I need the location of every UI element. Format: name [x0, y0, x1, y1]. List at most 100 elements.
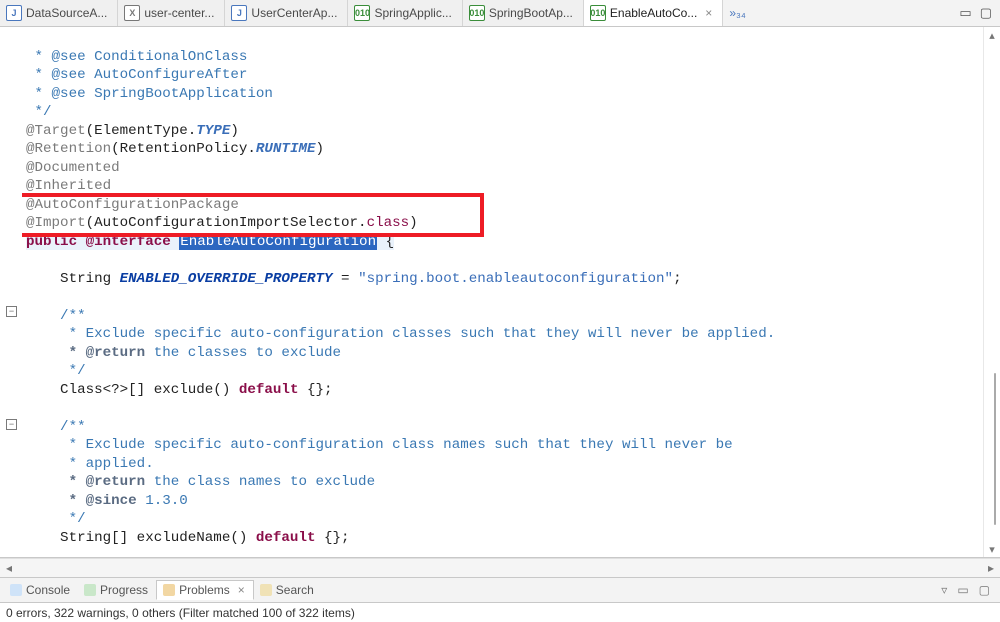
- scroll-left-button[interactable]: ◂: [0, 561, 18, 575]
- code-keyword: public: [26, 234, 77, 250]
- code-keyword: default: [256, 530, 316, 546]
- chevron-overflow-icon: »₃₄: [729, 6, 745, 20]
- code-text: String: [26, 271, 120, 287]
- selected-type-name: EnableAutoConfiguration: [179, 234, 377, 250]
- view-menu-button[interactable]: ▿: [941, 583, 947, 597]
- scrollbar-thumb[interactable]: [994, 373, 996, 525]
- code-annotation: @Import: [26, 215, 86, 231]
- bottom-panel: Console Progress Problems × Search ▿ ▭ ▢: [0, 577, 1000, 622]
- maximize-view-button[interactable]: ▢: [980, 5, 992, 21]
- view-tab-problems[interactable]: Problems ×: [156, 580, 254, 600]
- fold-toggle-icon[interactable]: −: [6, 419, 17, 430]
- close-icon[interactable]: ×: [234, 584, 245, 596]
- view-tab-label: Console: [26, 583, 70, 597]
- code-annotation: @AutoConfigurationPackage: [26, 197, 239, 213]
- code-comment: */: [26, 363, 86, 379]
- editor-gutter: − −: [0, 27, 22, 557]
- xml-file-icon: X: [124, 5, 140, 21]
- tab-overflow-button[interactable]: »₃₄: [723, 0, 751, 26]
- code-comment: the classes to exclude: [145, 345, 341, 361]
- code-comment: /**: [26, 308, 86, 324]
- code-text: Class<?>[] exclude(): [26, 382, 239, 398]
- code-doctag: * @since: [26, 493, 137, 509]
- code-annotation: @Inherited: [26, 178, 111, 194]
- code-keyword: @interface: [86, 234, 171, 250]
- maximize-view-button[interactable]: ▢: [979, 583, 990, 597]
- editor-tabbar: J DataSourceA... X user-center... J User…: [0, 0, 1000, 27]
- code-enum: RUNTIME: [256, 141, 316, 157]
- code-enum: TYPE: [196, 123, 230, 139]
- progress-icon: [84, 584, 96, 596]
- tab-label: UserCenterAp...: [251, 6, 337, 20]
- code-text: =: [333, 271, 359, 287]
- code-annotation: @Documented: [26, 160, 120, 176]
- scroll-up-button[interactable]: ▴: [984, 27, 1000, 43]
- bottom-tabbar: Console Progress Problems × Search ▿ ▭ ▢: [0, 578, 1000, 603]
- tab-datasource[interactable]: J DataSourceA...: [0, 0, 118, 26]
- code-text: ): [316, 141, 325, 157]
- code-comment: */: [26, 511, 86, 527]
- tab-user-center-xml[interactable]: X user-center...: [118, 0, 225, 26]
- class-file-icon: 010: [469, 5, 485, 21]
- view-tab-label: Problems: [179, 583, 230, 597]
- overview-ruler[interactable]: ▴ ▾: [983, 27, 1000, 557]
- tab-springapplic[interactable]: 010 SpringApplic...: [348, 0, 462, 26]
- tab-label: SpringBootAp...: [489, 6, 573, 20]
- tab-label: user-center...: [144, 6, 214, 20]
- code-text: ;: [673, 271, 682, 287]
- code-keyword: class: [367, 215, 410, 231]
- code-comment: * Exclude specific auto-configuration cl…: [26, 437, 733, 453]
- close-icon[interactable]: ×: [701, 7, 712, 19]
- tab-enableautoconfig[interactable]: 010 EnableAutoCo... ×: [584, 0, 723, 26]
- code-text: {: [377, 234, 394, 250]
- fold-toggle-icon[interactable]: −: [6, 306, 17, 317]
- code-constant: ENABLED_OVERRIDE_PROPERTY: [120, 271, 333, 287]
- tab-label: DataSourceA...: [26, 6, 107, 20]
- class-file-icon: 010: [590, 5, 606, 21]
- code-comment: 1.3.0: [137, 493, 188, 509]
- code-area[interactable]: * @see ConditionalOnClass * @see AutoCon…: [22, 27, 983, 557]
- code-comment: * @see AutoConfigureAfter: [26, 67, 247, 83]
- code-comment: * Exclude specific auto-configuration cl…: [26, 326, 775, 342]
- scroll-down-button[interactable]: ▾: [984, 541, 1000, 557]
- minimize-view-button[interactable]: ▭: [959, 5, 971, 21]
- status-text: 0 errors, 322 warnings, 0 others (Filter…: [6, 606, 355, 620]
- code-comment: the class names to exclude: [145, 474, 375, 490]
- code-text: {};: [315, 530, 349, 546]
- hscroll-track[interactable]: [18, 561, 982, 575]
- code-annotation: @Target: [26, 123, 86, 139]
- horizontal-scrollbar[interactable]: ◂ ▸: [0, 558, 1000, 577]
- java-file-icon: J: [6, 5, 22, 21]
- code-text: (AutoConfigurationImportSelector.: [86, 215, 367, 231]
- tab-springbootap[interactable]: 010 SpringBootAp...: [463, 0, 584, 26]
- tab-label: EnableAutoCo...: [610, 6, 697, 20]
- java-file-icon: J: [231, 5, 247, 21]
- code-doctag: * @return: [26, 474, 145, 490]
- minimize-view-button[interactable]: ▭: [957, 583, 968, 597]
- code-text: {};: [298, 382, 332, 398]
- view-tab-label: Progress: [100, 583, 148, 597]
- code-string: "spring.boot.enableautoconfiguration": [358, 271, 673, 287]
- code-text: (RetentionPolicy.: [111, 141, 256, 157]
- scroll-right-button[interactable]: ▸: [982, 561, 1000, 575]
- code-comment: * @see SpringBootApplication: [26, 86, 273, 102]
- tab-usercenterap[interactable]: J UserCenterAp...: [225, 0, 348, 26]
- code-comment: /**: [26, 419, 86, 435]
- problems-icon: [163, 584, 175, 596]
- code-doctag: * @return: [26, 345, 145, 361]
- tab-label: SpringApplic...: [374, 6, 451, 20]
- code-annotation: @Retention: [26, 141, 111, 157]
- code-comment: */: [26, 104, 52, 120]
- view-tab-search[interactable]: Search: [254, 581, 322, 599]
- code-text: ): [409, 215, 418, 231]
- view-tab-progress[interactable]: Progress: [78, 581, 156, 599]
- code-keyword: default: [239, 382, 299, 398]
- view-tab-label: Search: [276, 583, 314, 597]
- code-editor[interactable]: − − * @see ConditionalOnClass * @see Aut…: [0, 27, 1000, 558]
- code-text: String[] excludeName(): [26, 530, 256, 546]
- problems-summary: 0 errors, 322 warnings, 0 others (Filter…: [0, 603, 1000, 622]
- code-comment: * @see ConditionalOnClass: [26, 49, 247, 65]
- view-tab-console[interactable]: Console: [4, 581, 78, 599]
- code-text: (ElementType.: [86, 123, 197, 139]
- code-text: ): [230, 123, 239, 139]
